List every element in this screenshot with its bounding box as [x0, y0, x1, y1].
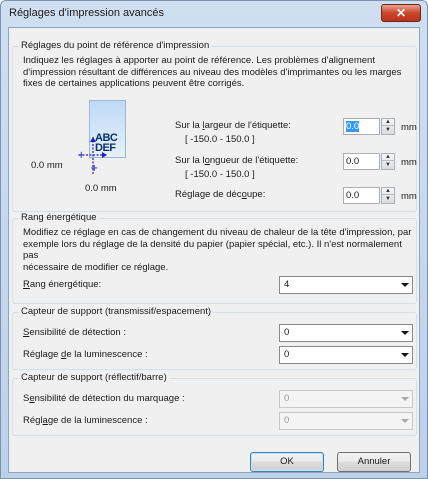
ref-point-legend: Réglages du point de référence d'impress… [19, 40, 212, 51]
width-input[interactable]: 0.0 [343, 118, 380, 135]
dialog-window: Réglages d'impression avancés ✕ Réglages… [0, 0, 428, 479]
sensor-reflective-legend: Capteur de support (réflectif/barre) [19, 372, 169, 383]
width-range: [ -150.0 - 150.0 ] [185, 134, 255, 145]
width-label: Sur la largeur de l'étiquette: [175, 120, 291, 131]
spin-up-icon[interactable]: ▲ [382, 154, 394, 161]
cut-unit: mm [401, 191, 417, 202]
chevron-down-icon [401, 283, 409, 287]
luminescence-label: Réglage de la luminescence : [23, 349, 148, 360]
origin-arrows-icon: + + [77, 137, 107, 175]
svg-text:+: + [90, 163, 98, 174]
spin-down-icon[interactable]: ▼ [382, 162, 394, 169]
chevron-down-icon [401, 353, 409, 357]
origin-y-label: 0.0 mm [85, 183, 117, 194]
chevron-down-icon [401, 419, 409, 423]
spin-down-icon[interactable]: ▼ [382, 196, 394, 203]
length-input[interactable]: 0.0 [343, 153, 380, 170]
width-unit: mm [401, 122, 417, 133]
sensor-transmissive-legend: Capteur de support (transmissif/espaceme… [19, 306, 214, 317]
ref-point-description: Indiquez les réglages à apporter au poin… [23, 55, 402, 89]
dialog-client-area: Réglages du point de référence d'impress… [8, 27, 420, 473]
sensor-reflective-group: Capteur de support (réflectif/barre) Sen… [12, 372, 417, 436]
ref-point-group: Réglages du point de référence d'impress… [12, 40, 417, 212]
energy-legend: Rang énergétique [19, 212, 99, 223]
window-title: Réglages d'impression avancés [9, 7, 164, 19]
reflective-luminescence-select[interactable]: 0 [279, 412, 413, 430]
chevron-down-icon [401, 331, 409, 335]
cancel-button[interactable]: Annuler [337, 452, 411, 472]
cut-label: Réglage de découpe: [175, 189, 266, 200]
spin-up-icon[interactable]: ▲ [382, 119, 394, 126]
luminescence-select[interactable]: 0 [279, 346, 413, 364]
close-icon: ✕ [395, 6, 407, 20]
chevron-down-icon [401, 397, 409, 401]
cut-input[interactable]: 0.0 [343, 187, 380, 204]
energy-group: Rang énergétique Modifiez ce réglage en … [12, 212, 417, 304]
reflective-luminescence-label: Réglage de la luminescence : [23, 415, 148, 426]
title-bar[interactable]: Réglages d'impression avancés ✕ [1, 1, 427, 27]
energy-select[interactable]: 4 [279, 276, 413, 294]
close-button[interactable]: ✕ [381, 4, 421, 22]
sensor-transmissive-group: Capteur de support (transmissif/espaceme… [12, 306, 417, 370]
ok-button[interactable]: OK [250, 452, 324, 472]
sensitivity-label: Sensibilité de détection : [23, 327, 126, 338]
length-range: [ -150.0 - 150.0 ] [185, 169, 255, 180]
length-label: Sur la longueur de l'étiquette: [175, 155, 299, 166]
energy-label: Rang énergétique: [23, 279, 102, 290]
length-unit: mm [401, 157, 417, 168]
svg-text:+: + [77, 150, 85, 161]
spin-down-icon[interactable]: ▼ [382, 127, 394, 134]
spin-up-icon[interactable]: ▲ [382, 188, 394, 195]
origin-x-label: 0.0 mm [31, 160, 63, 171]
energy-description: Modifiez ce réglage en cas de changement… [23, 227, 412, 273]
width-spinner[interactable]: ▲ ▼ [381, 118, 395, 135]
length-spinner[interactable]: ▲ ▼ [381, 153, 395, 170]
marking-sensitivity-select[interactable]: 0 [279, 390, 413, 408]
marking-sensitivity-label: Sensibilité de détection du marquage : [23, 393, 185, 404]
cut-spinner[interactable]: ▲ ▼ [381, 187, 395, 204]
sensitivity-select[interactable]: 0 [279, 324, 413, 342]
